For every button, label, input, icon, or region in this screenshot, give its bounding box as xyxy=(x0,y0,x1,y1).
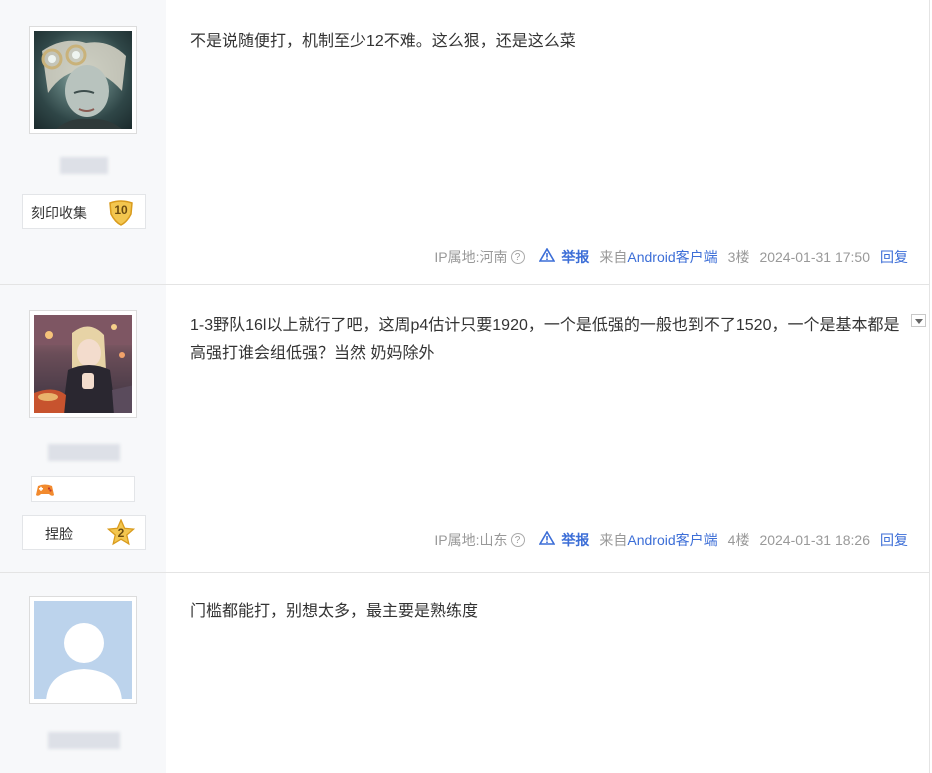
report-button[interactable]: 举报 xyxy=(538,247,590,267)
report-button[interactable]: 举报 xyxy=(538,530,590,550)
post-floor-3: 刻印收集 10 不是说随便打，机制至少12不难。这么狠，还是这么菜 IP属地:河… xyxy=(0,0,930,285)
post-floor-4: 捏脸 2 1-3野队16l以上就行了吧，这周p4估计只要1920，一个是低强的一… xyxy=(0,285,930,573)
post-content: 门槛都能打，别想太多，最主要是熟练度 xyxy=(190,603,479,620)
reply-link[interactable]: 回复 xyxy=(880,530,908,550)
ip-location: IP属地:山东 xyxy=(434,532,508,548)
warning-triangle-icon xyxy=(538,530,555,545)
author-sidebar: 刻印收集 10 xyxy=(0,0,166,284)
chevron-down-icon[interactable] xyxy=(911,314,926,327)
badge-label: 刻印收集 xyxy=(31,205,87,221)
avatar[interactable] xyxy=(29,310,137,418)
shield-medal-icon: 10 xyxy=(107,198,135,226)
source-link[interactable]: Android客户端 xyxy=(627,532,717,548)
badge-level: 10 xyxy=(114,203,128,217)
post-content: 1-3野队16l以上就行了吧，这周p4估计只要1920，一个是低强的一般也到不了… xyxy=(190,317,900,362)
username-blurred[interactable] xyxy=(60,157,108,174)
medal-badge[interactable]: 捏脸 2 xyxy=(22,515,146,550)
post-time: 2024-01-31 18:26 xyxy=(759,532,870,548)
post-source: 来自Android客户端 xyxy=(599,247,717,267)
username-blurred[interactable] xyxy=(48,444,120,461)
source-prefix: 来自 xyxy=(599,532,628,548)
post-floor-5: 门槛都能打，别想太多，最主要是熟练度 xyxy=(0,573,930,773)
avatar[interactable] xyxy=(29,596,137,704)
star-medal-icon: 2 xyxy=(106,518,136,547)
badge-level: 2 xyxy=(117,526,125,540)
warning-triangle-icon xyxy=(538,247,555,262)
report-label: 举报 xyxy=(561,249,590,265)
avatar[interactable] xyxy=(29,26,137,134)
source-prefix: 来自 xyxy=(599,249,628,265)
medal-badge[interactable]: 刻印收集 10 xyxy=(22,194,146,229)
post-time: 2024-01-31 17:50 xyxy=(759,249,870,265)
source-link[interactable]: Android客户端 xyxy=(627,249,717,265)
post-meta: IP属地:山东 ? 举报 来自Android客户端 4楼 2024-01-31 … xyxy=(434,530,908,550)
username-blurred[interactable] xyxy=(48,732,120,749)
floor-number: 3楼 xyxy=(727,249,750,265)
floor-number: 4楼 xyxy=(727,532,750,548)
post-content: 不是说随便打，机制至少12不难。这么狠，还是这么菜 xyxy=(190,33,576,50)
reply-link[interactable]: 回复 xyxy=(880,247,908,267)
report-label: 举报 xyxy=(561,532,590,548)
post-source: 来自Android客户端 xyxy=(599,530,717,550)
post-meta: IP属地:河南 ? 举报 来自Android客户端 3楼 2024-01-31 … xyxy=(434,247,908,267)
author-sidebar: 捏脸 2 xyxy=(0,285,166,572)
question-circle-icon[interactable]: ? xyxy=(510,250,525,264)
question-circle-icon[interactable]: ? xyxy=(510,533,525,547)
ip-location: IP属地:河南 xyxy=(434,249,508,265)
game-badge[interactable] xyxy=(31,476,135,502)
badge-label: 捏脸 xyxy=(45,526,73,542)
author-sidebar xyxy=(0,573,166,773)
gamepad-icon xyxy=(36,484,54,496)
